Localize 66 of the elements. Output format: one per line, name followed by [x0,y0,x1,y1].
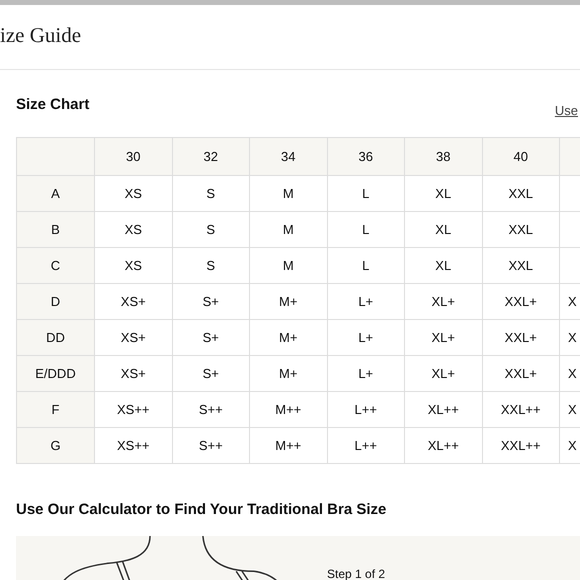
table-cell: XXL++ [482,392,560,428]
page-title: ize Guide [0,22,82,48]
calculator-title: Use Our Calculator to Find Your Traditional Bra Size [16,501,388,518]
table-cell: S+ [172,320,250,356]
row-header: A [17,176,95,212]
table-cell: XS+ [95,320,172,356]
table-cell: S [172,176,250,212]
table-cell: XXL+ [482,284,560,320]
table-cell: XL [405,248,482,284]
row-header: D [17,284,95,320]
table-cell: L+ [328,356,405,392]
table-cell: L [328,176,405,212]
table-cell: S+ [172,356,250,392]
table-cell: XS [95,212,172,248]
table-cell: XL+ [405,284,482,320]
table-cell: XS+ [95,356,172,392]
table-cell: XXL [482,176,560,212]
table-cell: XL+ [405,356,482,392]
table-cell: XL+ [405,320,482,356]
row-header: G [17,428,95,464]
column-header: 38 [405,138,482,176]
row-header: DD [17,320,95,356]
table-cell: L+ [328,320,405,356]
column-header: 36 [328,138,405,176]
table-cell: XXL+ [482,320,560,356]
table-cell: L++ [328,428,405,464]
table-cell: S [172,212,250,248]
table-cell: M+ [250,356,328,392]
section-title: Size Chart [16,96,90,113]
table-cell: S++ [172,392,250,428]
table-cell: L+ [328,284,405,320]
table-cell: M+ [250,320,328,356]
column-header: 30 [95,138,172,176]
table-cell: S+ [172,284,250,320]
table-cell: M [250,212,328,248]
table-cell: XS [95,176,172,212]
table-cell: L++ [328,392,405,428]
table-cell: M [250,248,328,284]
column-header: 32 [172,138,250,176]
table-cell: XL [405,212,482,248]
row-header: C [17,248,95,284]
table-cell: M++ [250,428,328,464]
table-cell: XXL++ [482,428,560,464]
row-header: F [17,392,95,428]
table-cell: XXL [482,248,560,284]
table-cell: M+ [250,284,328,320]
table-cell: XL++ [405,428,482,464]
table-cell: M++ [250,392,328,428]
table-cell: S++ [172,428,250,464]
table-cell: XXL [482,212,560,248]
table-cell: L [328,212,405,248]
table-cell: XS++ [95,428,172,464]
row-header: B [17,212,95,248]
table-cell: XS+ [95,284,172,320]
column-header: 34 [250,138,328,176]
row-header: E/DDD [17,356,95,392]
table-cell: L [328,248,405,284]
table-cell: S [172,248,250,284]
column-header: 40 [482,138,560,176]
table-cell: XL [405,176,482,212]
table-cell: XXL+ [482,356,560,392]
table-cell: XS++ [95,392,172,428]
size-link[interactable]: Use [554,103,580,118]
table-cell: XL++ [405,392,482,428]
table-cell: M [250,176,328,212]
table-cell: XS [95,248,172,284]
